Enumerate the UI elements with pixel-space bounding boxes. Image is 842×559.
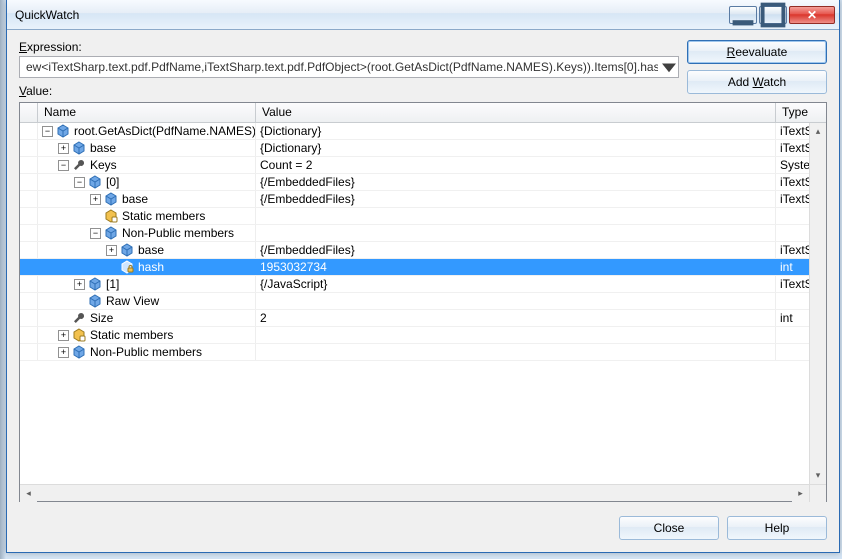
expression-dropdown-icon[interactable]	[662, 59, 676, 75]
expression-label: Expression:	[19, 40, 679, 54]
table-row[interactable]: − root.GetAsDict(PdfName.NAMES){Dictionar…	[20, 123, 826, 140]
row-value: Count = 2	[256, 157, 776, 173]
window-title: QuickWatch	[15, 8, 79, 22]
wrench-icon	[72, 158, 86, 172]
row-value	[256, 225, 776, 241]
table-row[interactable]: + Non-Public members	[20, 344, 826, 361]
table-row[interactable]: +[1]{/JavaScript}iTextSha	[20, 276, 826, 293]
expression-input[interactable]	[24, 59, 660, 75]
row-name: root.GetAsDict(PdfName.NAMES)	[74, 124, 256, 138]
table-row[interactable]: +base{/EmbeddedFiles}iTextSha	[20, 191, 826, 208]
titlebar[interactable]: QuickWatch ✕	[7, 0, 839, 30]
dialog-footer: Close Help	[19, 506, 827, 540]
wrench-icon	[72, 311, 86, 325]
scroll-down-icon[interactable]: ▾	[810, 467, 827, 484]
row-value: {Dictionary}	[256, 123, 776, 139]
expand-icon[interactable]: +	[106, 245, 117, 256]
table-row[interactable]: −KeysCount = 2System.C	[20, 157, 826, 174]
field-icon	[72, 345, 86, 359]
table-row[interactable]: +base{/EmbeddedFiles}iTextSha	[20, 242, 826, 259]
value-label: Value:	[19, 84, 679, 98]
table-row[interactable]: −[0]{/EmbeddedFiles}iTextSha	[20, 174, 826, 191]
row-value: {/EmbeddedFiles}	[256, 174, 776, 190]
private-icon	[120, 260, 134, 274]
vertical-scrollbar[interactable]: ▴ ▾	[809, 123, 826, 484]
row-name: base	[90, 141, 116, 155]
row-name: Size	[90, 311, 113, 325]
column-header-value[interactable]: Value	[256, 103, 776, 122]
reevaluate-button[interactable]: Reevaluate	[687, 40, 827, 64]
row-value: {Dictionary}	[256, 140, 776, 156]
row-name: [0]	[106, 175, 119, 189]
row-name: Static members	[90, 328, 173, 342]
static-icon	[72, 328, 86, 342]
close-window-button[interactable]: ✕	[789, 6, 835, 24]
close-button[interactable]: Close	[619, 516, 719, 540]
table-row[interactable]: − Non-Public members	[20, 225, 826, 242]
expand-icon[interactable]: +	[58, 330, 69, 341]
row-value	[256, 344, 776, 360]
expand-icon[interactable]: +	[58, 347, 69, 358]
row-value	[256, 327, 776, 343]
row-value: 2	[256, 310, 776, 326]
help-button[interactable]: Help	[727, 516, 827, 540]
table-row[interactable]: hash1953032734int	[20, 259, 826, 276]
table-row[interactable]: Raw View	[20, 293, 826, 310]
row-name: [1]	[106, 277, 119, 291]
row-name: base	[138, 243, 164, 257]
quickwatch-window: QuickWatch ✕ Expression: Value:	[6, 0, 840, 553]
row-name: Static members	[122, 209, 205, 223]
row-name: Keys	[90, 158, 117, 172]
field-icon	[88, 294, 102, 308]
table-row[interactable]: +base{Dictionary}iTextSha	[20, 140, 826, 157]
collapse-icon[interactable]: −	[42, 126, 53, 137]
field-icon	[88, 175, 102, 189]
add-watch-button[interactable]: Add Watch	[687, 70, 827, 94]
field-icon	[104, 192, 118, 206]
collapse-icon[interactable]: −	[58, 160, 69, 171]
expand-icon[interactable]: +	[58, 143, 69, 154]
watch-grid: Name Value Type − root.GetAsDict(PdfName.…	[19, 102, 827, 502]
field-icon	[56, 124, 70, 138]
row-name: Non-Public members	[122, 226, 234, 240]
row-name: base	[122, 192, 148, 206]
table-row[interactable]: Size2int	[20, 310, 826, 327]
scroll-up-icon[interactable]: ▴	[810, 123, 827, 140]
scroll-right-icon[interactable]: ▸	[792, 485, 809, 502]
maximize-button[interactable]	[759, 6, 787, 24]
row-value	[256, 208, 776, 224]
collapse-icon[interactable]: −	[74, 177, 85, 188]
field-icon	[120, 243, 134, 257]
row-value: {/EmbeddedFiles}	[256, 191, 776, 207]
row-name: hash	[138, 260, 164, 274]
row-value: 1953032734	[256, 259, 776, 275]
row-name: Non-Public members	[90, 345, 202, 359]
content-area: Expression: Value: Reevaluate Add Watch …	[7, 30, 839, 552]
table-row[interactable]: Static members	[20, 208, 826, 225]
minimize-button[interactable]	[729, 6, 757, 24]
field-icon	[104, 226, 118, 240]
row-value: {/JavaScript}	[256, 276, 776, 292]
static-icon	[104, 209, 118, 223]
column-header-type[interactable]: Type	[776, 103, 826, 122]
horizontal-scrollbar[interactable]: ◂ ▸	[20, 484, 826, 501]
column-header-name[interactable]: Name	[38, 103, 256, 122]
row-value: {/EmbeddedFiles}	[256, 242, 776, 258]
expand-icon[interactable]: +	[74, 279, 85, 290]
field-icon	[88, 277, 102, 291]
scroll-left-icon[interactable]: ◂	[20, 485, 37, 502]
field-icon	[72, 141, 86, 155]
row-value	[256, 293, 776, 309]
collapse-icon[interactable]: −	[90, 228, 101, 239]
table-row[interactable]: + Static members	[20, 327, 826, 344]
expand-icon[interactable]: +	[90, 194, 101, 205]
row-name: Raw View	[106, 294, 159, 308]
expression-combobox[interactable]	[19, 56, 679, 78]
grid-header: Name Value Type	[20, 103, 826, 123]
grid-body[interactable]: − root.GetAsDict(PdfName.NAMES){Dictionar…	[20, 123, 826, 484]
